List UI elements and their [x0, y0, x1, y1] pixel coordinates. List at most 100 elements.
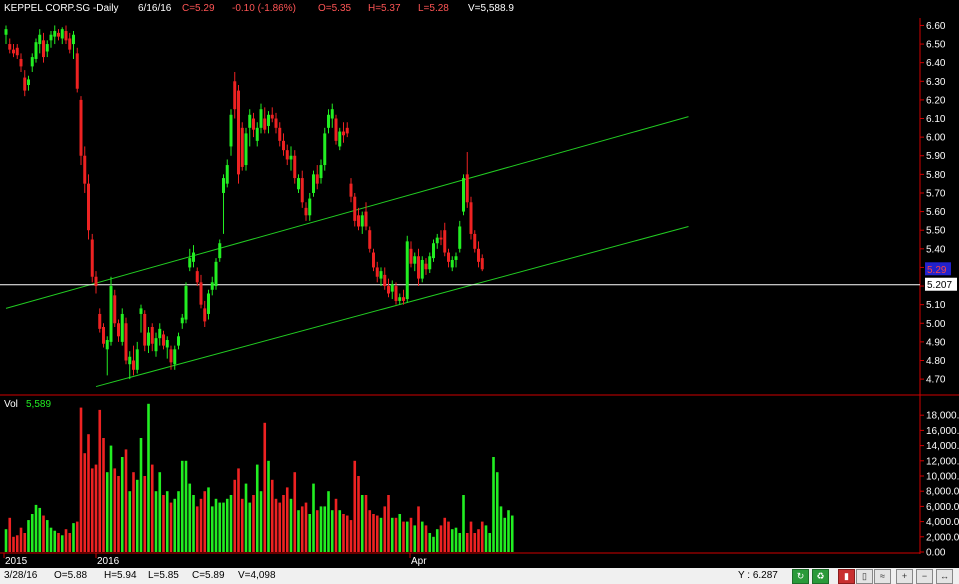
candle-body	[387, 286, 390, 294]
candle-body	[432, 243, 435, 259]
candle-body	[132, 360, 135, 370]
candle-body	[315, 174, 319, 184]
volume-bar	[45, 520, 49, 552]
candle-body	[330, 109, 334, 119]
volume-bar	[462, 495, 465, 552]
volume-bar	[165, 491, 169, 552]
refresh-icon[interactable]: ↻	[792, 569, 809, 584]
y-tick-label: 6.00	[926, 133, 946, 144]
candle-body	[267, 114, 270, 126]
candle-body	[180, 317, 184, 324]
volume-bar	[102, 438, 105, 552]
volume-bar	[484, 525, 488, 552]
volume-bar	[113, 468, 117, 552]
candle-body	[394, 286, 398, 301]
volume-bar	[413, 525, 417, 552]
candle-body	[319, 165, 323, 179]
candle-body	[293, 155, 297, 179]
candle-body	[203, 308, 207, 322]
candle-body	[154, 338, 158, 352]
candle-body	[428, 256, 432, 270]
y-tick-label: 5.90	[926, 151, 946, 162]
volume-bar	[218, 502, 222, 552]
vol-tick-label: 18,000.00	[926, 411, 959, 422]
volume-bar	[469, 521, 473, 552]
candle-body	[469, 202, 473, 234]
candle-body	[225, 165, 229, 184]
vol-tick-label: 0.00	[926, 548, 946, 559]
volume-bar	[154, 491, 158, 552]
candle-body	[435, 237, 439, 244]
volume-bar	[447, 521, 450, 552]
volume-bar	[319, 506, 323, 552]
price-volume-chart[interactable]: 6.60 6.50 6.40 6.30 6.20 6.10 6.00 5.90 5.80 5.70…	[0, 0, 959, 568]
candle-body	[34, 42, 38, 59]
candle-body	[8, 44, 12, 50]
vol-tick-label: 6,000.00	[926, 502, 959, 513]
header-volume: V=5,588.9	[468, 3, 514, 14]
volume-bar	[342, 514, 345, 552]
candle-body	[285, 150, 289, 160]
volume-bar	[233, 479, 237, 552]
volume-bar	[169, 502, 173, 552]
candle-body	[109, 286, 113, 342]
volume-bar	[192, 495, 195, 552]
candle-body	[342, 131, 345, 136]
volume-bar	[30, 514, 34, 552]
candle-body	[233, 81, 237, 110]
recycle-icon[interactable]: ♻	[812, 569, 829, 584]
volume-bar	[68, 533, 72, 552]
volume-bar	[300, 506, 304, 552]
volume-bar	[315, 510, 319, 552]
volume-bar	[323, 506, 327, 552]
status-close: C=5.89	[192, 570, 225, 581]
candle-body	[465, 174, 469, 203]
volume-bar	[105, 472, 109, 552]
candle-body	[12, 49, 15, 54]
candle-body	[222, 178, 225, 193]
volume-bar	[225, 498, 229, 552]
bar-chart-icon[interactable]: ▯	[856, 569, 873, 584]
indicator-icon[interactable]: ≈	[874, 569, 891, 584]
candle-body	[210, 282, 214, 290]
candle-body	[57, 32, 60, 37]
candle-body	[248, 114, 252, 128]
volume-bar	[180, 460, 184, 552]
volume-bar	[503, 517, 507, 552]
volume-value: 5,589	[26, 399, 52, 410]
volume-bar	[237, 468, 240, 552]
chart-type-icon[interactable]: ▮	[838, 569, 855, 584]
volume-bar	[285, 487, 289, 552]
volume-bar	[398, 514, 402, 552]
candle-body	[372, 252, 375, 268]
candle-body	[323, 133, 327, 166]
candle-body	[405, 241, 409, 300]
vol-tick-label: 10,000.00	[926, 472, 959, 483]
volume-bar	[270, 479, 274, 552]
candle-body	[413, 256, 417, 264]
candle-body	[53, 31, 57, 37]
zoom-out-icon[interactable]: −	[916, 569, 933, 584]
volume-bar	[308, 514, 312, 552]
candle-body	[375, 267, 379, 277]
candle-body	[345, 127, 349, 134]
status-high: H=5.94	[104, 570, 137, 581]
hline-price-label: 5.207	[927, 280, 952, 291]
volume-bar	[372, 514, 375, 552]
candle-body	[113, 295, 117, 324]
candle-body	[79, 99, 83, 156]
y-tick-label: 5.60	[926, 207, 946, 218]
fit-chart-icon[interactable]: ↔	[936, 569, 953, 584]
vol-tick-label: 8,000.00	[926, 487, 959, 498]
volume-bar	[162, 495, 165, 552]
header-close: C=5.29	[182, 3, 215, 14]
zoom-in-icon[interactable]: +	[896, 569, 913, 584]
status-open: O=5.88	[54, 570, 88, 581]
candle-body	[357, 215, 360, 227]
candle-body	[64, 31, 68, 41]
candle-body	[49, 34, 53, 41]
volume-bar	[480, 521, 484, 552]
volume-bar	[23, 533, 27, 552]
volume-bar	[353, 460, 357, 552]
candle-body	[90, 239, 94, 277]
